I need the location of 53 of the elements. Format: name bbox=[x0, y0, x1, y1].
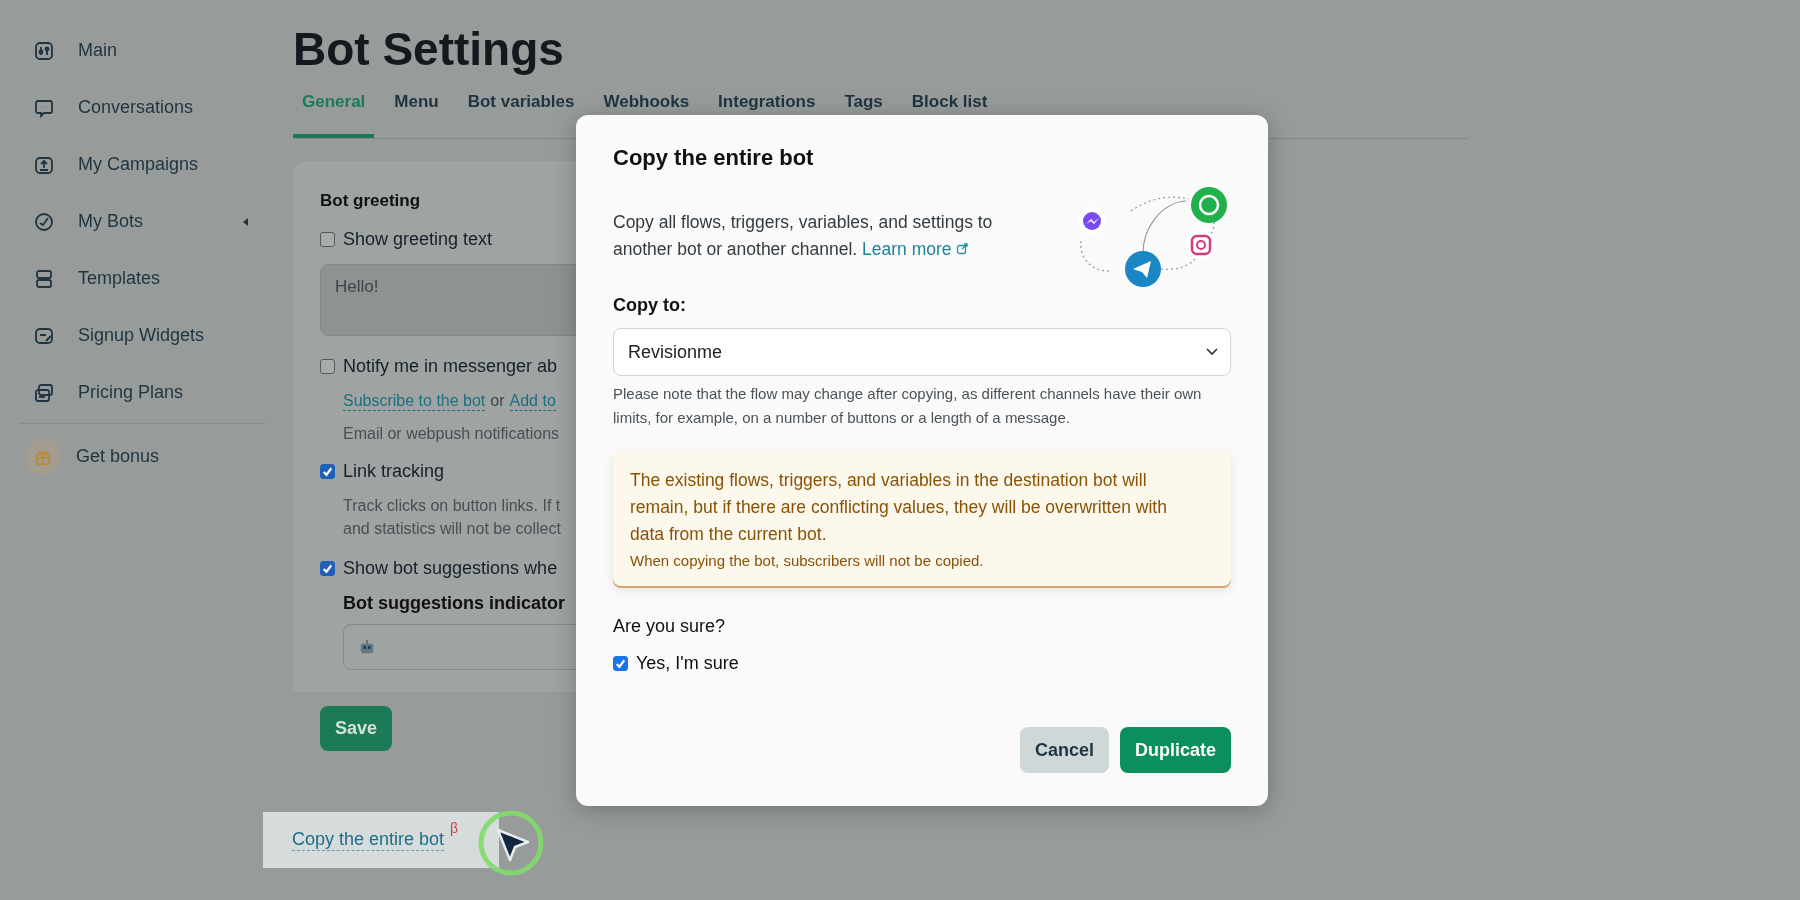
field-label: Bot suggestions indicator bbox=[342, 593, 566, 614]
save-button[interactable]: Save bbox=[320, 706, 393, 751]
checkbox-label: Show greeting text bbox=[343, 229, 493, 250]
subscribe-link[interactable]: Subscribe to the bot bbox=[343, 392, 486, 411]
external-link-icon bbox=[956, 243, 969, 255]
add-link[interactable]: Add to bbox=[509, 392, 556, 411]
sidebar-item[interactable]: My Campaigns bbox=[28, 136, 250, 193]
robot-icon bbox=[358, 638, 376, 656]
checkbox-label: Notify me in messenger ab bbox=[343, 356, 558, 377]
dialog-note: Please note that the flow may change after copying, as different channels have their own limits, for example, on a number of buttons or a length of a message. bbox=[613, 384, 1203, 428]
checkbox[interactable] bbox=[320, 232, 335, 247]
cursor-icon bbox=[476, 808, 546, 878]
bot-select[interactable]: Revisionme bbox=[613, 328, 1231, 376]
hint-text: Track clicks on button links. If t bbox=[343, 496, 561, 516]
tab[interactable]: Menu bbox=[385, 92, 448, 138]
sliders-icon bbox=[34, 40, 54, 61]
sidebar-item[interactable]: Get bonus bbox=[28, 428, 250, 485]
sidebar-item[interactable]: Main bbox=[28, 22, 250, 79]
sidebar-item[interactable]: My Bots bbox=[28, 193, 250, 250]
stack-icon bbox=[34, 268, 54, 289]
warning-text: The existing flows, triggers, and variables in the destination bot will remain, but if there are conflicting values, they will be overwritten with data from the current bot. bbox=[630, 469, 1168, 546]
or-text: or bbox=[490, 392, 505, 411]
copy-bot-link[interactable]: Copy the entire bot bbox=[292, 829, 445, 851]
checkbox-label: Yes, I'm sure bbox=[636, 653, 739, 674]
hint-text: Email or webpush notifications bbox=[342, 425, 561, 443]
chat-icon bbox=[34, 97, 54, 118]
hint-text: and statistics will not be collect bbox=[343, 519, 561, 539]
duplicate-button[interactable]: Duplicate bbox=[1119, 727, 1231, 773]
page-title: Bot Settings bbox=[293, 22, 565, 77]
confirm-question: Are you sure? bbox=[613, 616, 727, 637]
gift-icon bbox=[25, 438, 61, 475]
section-title: Bot greeting bbox=[320, 191, 422, 211]
checkbox-label: Link tracking bbox=[343, 461, 445, 482]
checkbox[interactable] bbox=[613, 656, 628, 671]
dialog-description: Copy all flows, triggers, variables, and settings to another bot or another channel. Learn more bbox=[613, 211, 994, 261]
warning-note: When copying the bot, subscribers will not be copied. bbox=[630, 552, 985, 569]
upload-icon bbox=[34, 154, 54, 175]
beta-label: β bbox=[450, 820, 459, 836]
field-label: Copy to: bbox=[613, 295, 687, 316]
checkbox-label: Show bot suggestions whe bbox=[343, 558, 558, 579]
dialog-title: Copy the entire bot bbox=[613, 145, 815, 171]
checkbox[interactable] bbox=[320, 561, 335, 576]
cancel-button[interactable]: Cancel bbox=[1019, 727, 1109, 773]
checkbox[interactable] bbox=[320, 359, 335, 374]
sidebar-item[interactable]: Templates bbox=[28, 250, 250, 307]
chevron-down-icon bbox=[1206, 348, 1218, 356]
learn-more-link[interactable]: Learn more bbox=[862, 239, 969, 259]
widget-icon bbox=[34, 325, 54, 346]
cards-icon bbox=[34, 382, 54, 403]
checkbox[interactable] bbox=[320, 464, 335, 479]
sidebar-item[interactable]: Signup Widgets bbox=[28, 307, 250, 364]
sidebar-item[interactable]: Pricing Plans bbox=[28, 364, 250, 421]
sidebar-item[interactable]: Conversations bbox=[28, 79, 250, 136]
